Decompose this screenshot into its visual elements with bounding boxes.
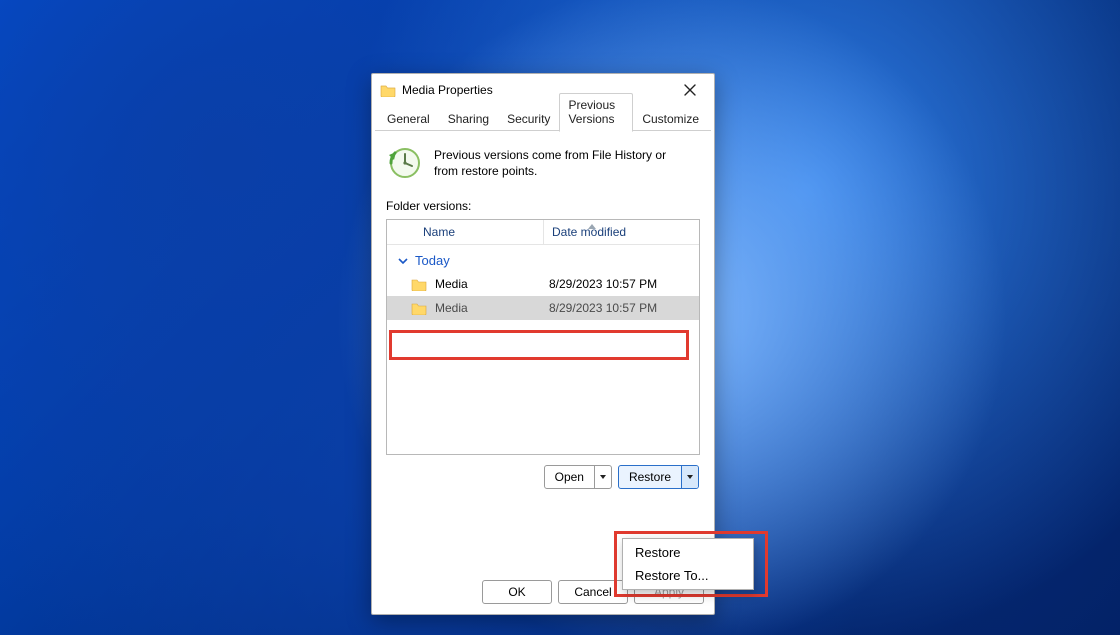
- folder-icon: [411, 277, 427, 291]
- close-button[interactable]: [668, 75, 712, 105]
- tab-body: Previous versions come from File History…: [372, 131, 714, 499]
- column-date[interactable]: Date modified: [544, 225, 699, 239]
- open-split-button[interactable]: Open: [544, 465, 612, 489]
- list-item[interactable]: Media 8/29/2023 10:57 PM: [387, 272, 699, 296]
- versions-list[interactable]: Name Date modified Today: [386, 219, 700, 455]
- tab-strip: General Sharing Security Previous Versio…: [372, 106, 714, 131]
- menu-restore[interactable]: Restore: [623, 541, 753, 564]
- close-icon: [684, 84, 696, 96]
- list-header: Name Date modified: [387, 220, 699, 245]
- info-row: Previous versions come from File History…: [386, 145, 700, 181]
- restore-button[interactable]: Restore: [619, 466, 681, 488]
- titlebar[interactable]: Media Properties: [372, 74, 714, 106]
- open-dropdown[interactable]: [594, 466, 611, 488]
- info-text: Previous versions come from File History…: [434, 145, 674, 179]
- history-clock-icon: [386, 145, 422, 181]
- folder-icon: [411, 301, 427, 315]
- restore-dropdown[interactable]: [681, 466, 698, 488]
- desktop-wallpaper: Media Properties General Sharing Securit…: [0, 0, 1120, 635]
- chevron-down-icon: [599, 473, 607, 481]
- chevron-down-icon: [397, 255, 409, 267]
- list-item-name: Media: [435, 277, 549, 291]
- folder-icon: [380, 83, 396, 97]
- list-item-date: 8/29/2023 10:57 PM: [549, 277, 699, 291]
- tab-security[interactable]: Security: [498, 107, 559, 131]
- group-today[interactable]: Today: [387, 245, 699, 272]
- column-name[interactable]: Name: [423, 225, 543, 239]
- list-item[interactable]: Media 8/29/2023 10:57 PM: [387, 296, 699, 320]
- tab-sharing[interactable]: Sharing: [439, 107, 498, 131]
- cancel-button[interactable]: Cancel: [558, 580, 628, 604]
- list-item-name: Media: [435, 301, 549, 315]
- properties-dialog: Media Properties General Sharing Securit…: [371, 73, 715, 615]
- sort-indicator-icon: [588, 224, 596, 229]
- menu-restore-to[interactable]: Restore To...: [623, 564, 753, 587]
- tab-general[interactable]: General: [378, 107, 439, 131]
- tab-previous-versions[interactable]: Previous Versions: [559, 93, 633, 132]
- open-button[interactable]: Open: [545, 466, 594, 488]
- section-label: Folder versions:: [386, 199, 700, 213]
- list-item-date: 8/29/2023 10:57 PM: [549, 301, 699, 315]
- group-today-label: Today: [415, 253, 450, 268]
- restore-split-button[interactable]: Restore: [618, 465, 699, 489]
- tab-customize[interactable]: Customize: [633, 107, 708, 131]
- restore-menu: Restore Restore To...: [622, 538, 754, 590]
- ok-button[interactable]: OK: [482, 580, 552, 604]
- chevron-down-icon: [686, 473, 694, 481]
- action-row: Open Restore: [386, 465, 700, 489]
